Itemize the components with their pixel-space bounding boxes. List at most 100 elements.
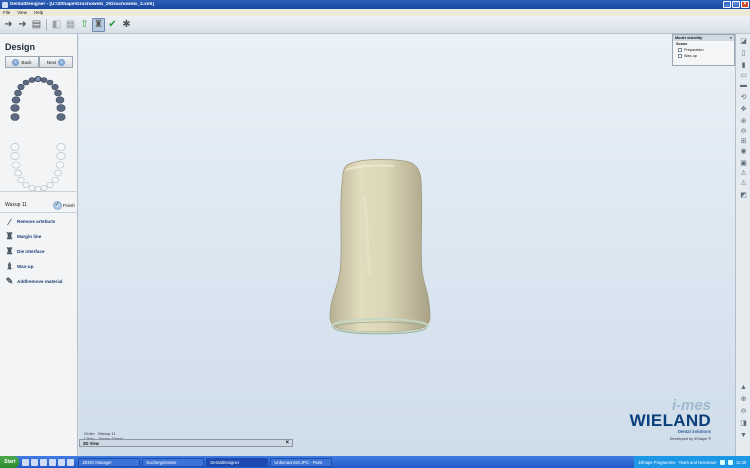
waxup-label: Waxup 11: [5, 202, 27, 208]
system-tray: 3Shape Programme Team and Netviewer 11:3…: [634, 456, 750, 468]
next-arrow-icon: ›: [58, 58, 66, 66]
die-icon: ♜: [5, 246, 14, 256]
start-button[interactable]: Start: [0, 456, 20, 468]
visibility-item-label: Preparation: [684, 48, 704, 52]
arrow-up-icon[interactable]: ⇧: [78, 18, 91, 32]
camera-icon[interactable]: ▣: [739, 160, 748, 168]
view-side-icon[interactable]: ▮: [739, 62, 748, 70]
visibility-body: Scans Preparation Wax-up: [673, 41, 734, 60]
zoom-out-icon[interactable]: ⊖: [739, 408, 748, 416]
transparency-icon[interactable]: ◪: [739, 38, 748, 46]
menu-bar: File View Help: [0, 9, 750, 16]
tool-die-interface[interactable]: ♜ Die interface: [5, 244, 77, 259]
check-icon[interactable]: ✔: [106, 18, 119, 32]
tool-margin-line[interactable]: ♜ Margin line: [5, 229, 77, 244]
tray-teamviewer[interactable]: Team and Netviewer: [679, 460, 717, 465]
tool-wax-up[interactable]: ♝ Wax-up: [5, 259, 77, 274]
minimize-button[interactable]: _: [723, 1, 731, 8]
design-tools: ∕ Remove artefacts ♜ Margin line ♜ Die i…: [5, 214, 77, 289]
scroll-up-icon[interactable]: ▲: [739, 384, 748, 392]
network-icon[interactable]: [719, 459, 725, 465]
warning-icon[interactable]: ⚠: [739, 170, 748, 178]
eye-icon[interactable]: ◉: [739, 148, 748, 156]
close-button[interactable]: ×: [741, 1, 749, 8]
model-icon[interactable]: ◧: [50, 18, 63, 32]
task-zeno-manager[interactable]: ZENO Manager: [78, 457, 141, 467]
lower-arch: [10, 143, 66, 192]
quicklaunch-browser-icon[interactable]: [31, 458, 39, 466]
margin-tooth-icon: ♜: [5, 231, 14, 241]
quicklaunch-app-icon[interactable]: [49, 458, 57, 466]
clock: 11:38: [735, 459, 746, 465]
arrow-left-icon[interactable]: ➜: [2, 18, 15, 32]
tools-icon[interactable]: ✱: [120, 18, 133, 32]
taskbar: Start ZENO Manager Suchergebnisse Dental…: [0, 456, 750, 468]
menu-file[interactable]: File: [3, 10, 10, 15]
visibility-close-button[interactable]: ×: [730, 36, 732, 40]
waxup-icon: ♝: [5, 261, 14, 271]
alert-icon[interactable]: ⚠: [739, 180, 748, 188]
section-icon[interactable]: ⊞: [739, 138, 748, 146]
toolbar: ➜ ➜ ▤ ◧ ▦ ⇧ ♜ ✔ ✱: [0, 16, 750, 34]
3d-view-close-button[interactable]: ×: [285, 440, 289, 446]
panel-divider: [0, 191, 78, 192]
design-panel: Design ‹ Back Next › Waxup 11 ✓ Finish ∕…: [0, 34, 78, 456]
upper-arch: [10, 76, 66, 121]
visibility-item-label: Wax-up: [684, 54, 697, 58]
quicklaunch-folder-icon[interactable]: [40, 458, 48, 466]
fit-icon[interactable]: ◨: [739, 420, 748, 428]
logo-wieland: WIELAND: [629, 411, 711, 430]
measure-icon[interactable]: ⊖: [739, 128, 748, 136]
3d-view-bar: 3D View ×: [79, 439, 293, 447]
view-front-icon[interactable]: ▯: [739, 50, 748, 58]
rotate-icon[interactable]: ⟲: [739, 94, 748, 102]
finish-button[interactable]: ✓ Finish: [52, 200, 75, 210]
back-arrow-icon: ‹: [12, 58, 20, 66]
task-suchergebnisse[interactable]: Suchergebnisse: [142, 457, 205, 467]
material-icon: ✎: [5, 276, 14, 286]
waxup-checkbox[interactable]: [678, 54, 682, 58]
tray-3shape[interactable]: 3Shape Programme: [638, 460, 675, 465]
view-top-icon[interactable]: ▭: [739, 72, 748, 80]
task-dentaldesigner[interactable]: DentalDesigner: [206, 457, 269, 467]
knife-icon: ∕: [8, 216, 11, 227]
view-bottom-icon[interactable]: ▬: [739, 82, 748, 90]
next-button[interactable]: Next ›: [39, 56, 73, 68]
tooth-chart[interactable]: [8, 74, 68, 202]
menu-view[interactable]: View: [17, 10, 27, 15]
quicklaunch-app2-icon[interactable]: [58, 458, 66, 466]
menu-help[interactable]: Help: [34, 10, 43, 15]
grid-icon[interactable]: ▦: [64, 18, 77, 32]
title-bar: DentalDesigner - [U:\3Shape\Gruchowski_2…: [0, 0, 750, 9]
task-paint[interactable]: Unbenannt19.JPG - Paint: [270, 457, 333, 467]
quicklaunch-desktop-icon[interactable]: [22, 458, 30, 466]
scroll-down-icon[interactable]: ▼: [739, 432, 748, 440]
back-button[interactable]: ‹ Back: [5, 56, 39, 68]
maximize-button[interactable]: □: [732, 1, 740, 8]
window-title: DentalDesigner - [U:\3Shape\Gruchowski_2…: [10, 2, 154, 7]
3d-view-label: 3D View: [83, 440, 99, 446]
visibility-item-waxup[interactable]: Wax-up: [676, 53, 731, 59]
color-icon[interactable]: ◩: [739, 192, 748, 200]
tooth-model[interactable]: [324, 156, 434, 341]
volume-icon[interactable]: [727, 459, 733, 465]
selected-tooth-11[interactable]: [34, 76, 42, 82]
quicklaunch-app3-icon[interactable]: [67, 458, 75, 466]
logo-subtitle: Dental Solutions: [677, 429, 711, 434]
preparation-checkbox[interactable]: [678, 48, 682, 52]
zoom-icon[interactable]: ⊕: [739, 118, 748, 126]
pan-icon[interactable]: ✥: [739, 106, 748, 114]
next-label: Next: [46, 59, 57, 65]
arrow-right-icon[interactable]: ➜: [16, 18, 29, 32]
tool-add-remove-material[interactable]: ✎ Add/remove material: [5, 274, 77, 289]
zoom-in-icon[interactable]: ⊕: [739, 396, 748, 404]
tool-label: Remove artefacts: [17, 219, 56, 224]
visibility-title: Model visibility: [675, 36, 703, 40]
3d-viewport[interactable]: Model visibility × Scans Preparation Wax…: [79, 34, 735, 456]
back-label: Back: [21, 59, 32, 65]
stack-icon[interactable]: ▤: [30, 18, 43, 32]
design-icon[interactable]: ♜: [92, 17, 105, 32]
panel-divider: [0, 212, 78, 213]
tool-remove-artefacts[interactable]: ∕ Remove artefacts: [5, 214, 77, 229]
panel-title: Design: [5, 42, 36, 52]
